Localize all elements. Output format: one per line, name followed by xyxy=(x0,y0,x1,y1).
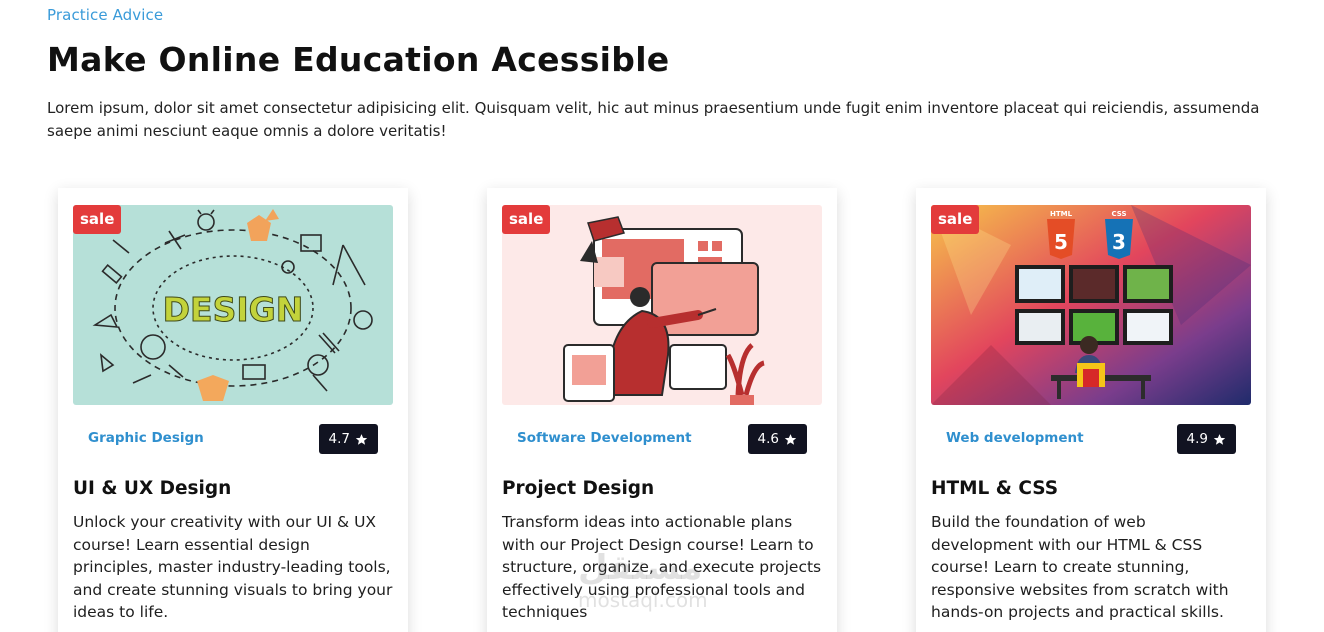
svg-text:5: 5 xyxy=(1054,230,1068,254)
css-label: CSS xyxy=(1111,210,1126,218)
rating-badge: 4.9 xyxy=(1176,424,1236,454)
course-description: Build the foundation of web development … xyxy=(931,513,1229,621)
rating-badge: 4.6 xyxy=(747,424,807,454)
course-category[interactable]: Graphic Design xyxy=(88,430,204,446)
course-category[interactable]: Software Development xyxy=(517,430,692,446)
design-illustration: DESIGN xyxy=(73,205,393,405)
course-card[interactable]: HTML 5 CSS 3 sale Web development 4.9 HT… xyxy=(916,188,1266,632)
section-description: Lorem ipsum, dolor sit amet consectetur … xyxy=(47,99,1260,140)
star-icon xyxy=(355,433,368,445)
design-word: DESIGN xyxy=(163,290,304,329)
section-eyebrow: Practice Advice xyxy=(47,6,164,24)
sale-badge: sale xyxy=(73,205,122,234)
course-title[interactable]: Project Design xyxy=(502,478,654,499)
html-label: HTML xyxy=(1050,210,1073,218)
rating-badge: 4.7 xyxy=(318,424,378,454)
sale-badge: sale xyxy=(931,205,980,234)
course-card[interactable]: DESIGN sale Graphic Design 4.7 UI & UX D… xyxy=(58,188,408,632)
course-description: Unlock your creativity with our UI & UX … xyxy=(73,513,393,621)
rating-value: 4.9 xyxy=(1186,431,1208,447)
course-image-design[interactable]: DESIGN xyxy=(73,205,393,405)
course-card[interactable]: sale Software Development 4.6 Project De… xyxy=(487,188,837,632)
courses-section: Practice Advice Make Online Education Ac… xyxy=(0,0,1324,632)
project-illustration xyxy=(502,205,822,405)
course-image-project[interactable] xyxy=(502,205,822,405)
course-title[interactable]: UI & UX Design xyxy=(73,478,231,499)
rating-value: 4.7 xyxy=(328,431,350,447)
webdev-illustration: HTML 5 CSS 3 xyxy=(931,205,1251,405)
course-image-webdev[interactable]: HTML 5 CSS 3 xyxy=(931,205,1251,405)
sale-badge: sale xyxy=(502,205,551,234)
star-icon xyxy=(784,433,797,445)
course-description: Transform ideas into actionable plans wi… xyxy=(502,513,822,621)
svg-text:3: 3 xyxy=(1112,230,1126,254)
course-category[interactable]: Web development xyxy=(946,430,1084,446)
rating-value: 4.6 xyxy=(757,431,779,447)
course-title[interactable]: HTML & CSS xyxy=(931,478,1058,499)
star-icon xyxy=(1213,433,1226,445)
section-title: Make Online Education Acessible xyxy=(47,40,670,79)
